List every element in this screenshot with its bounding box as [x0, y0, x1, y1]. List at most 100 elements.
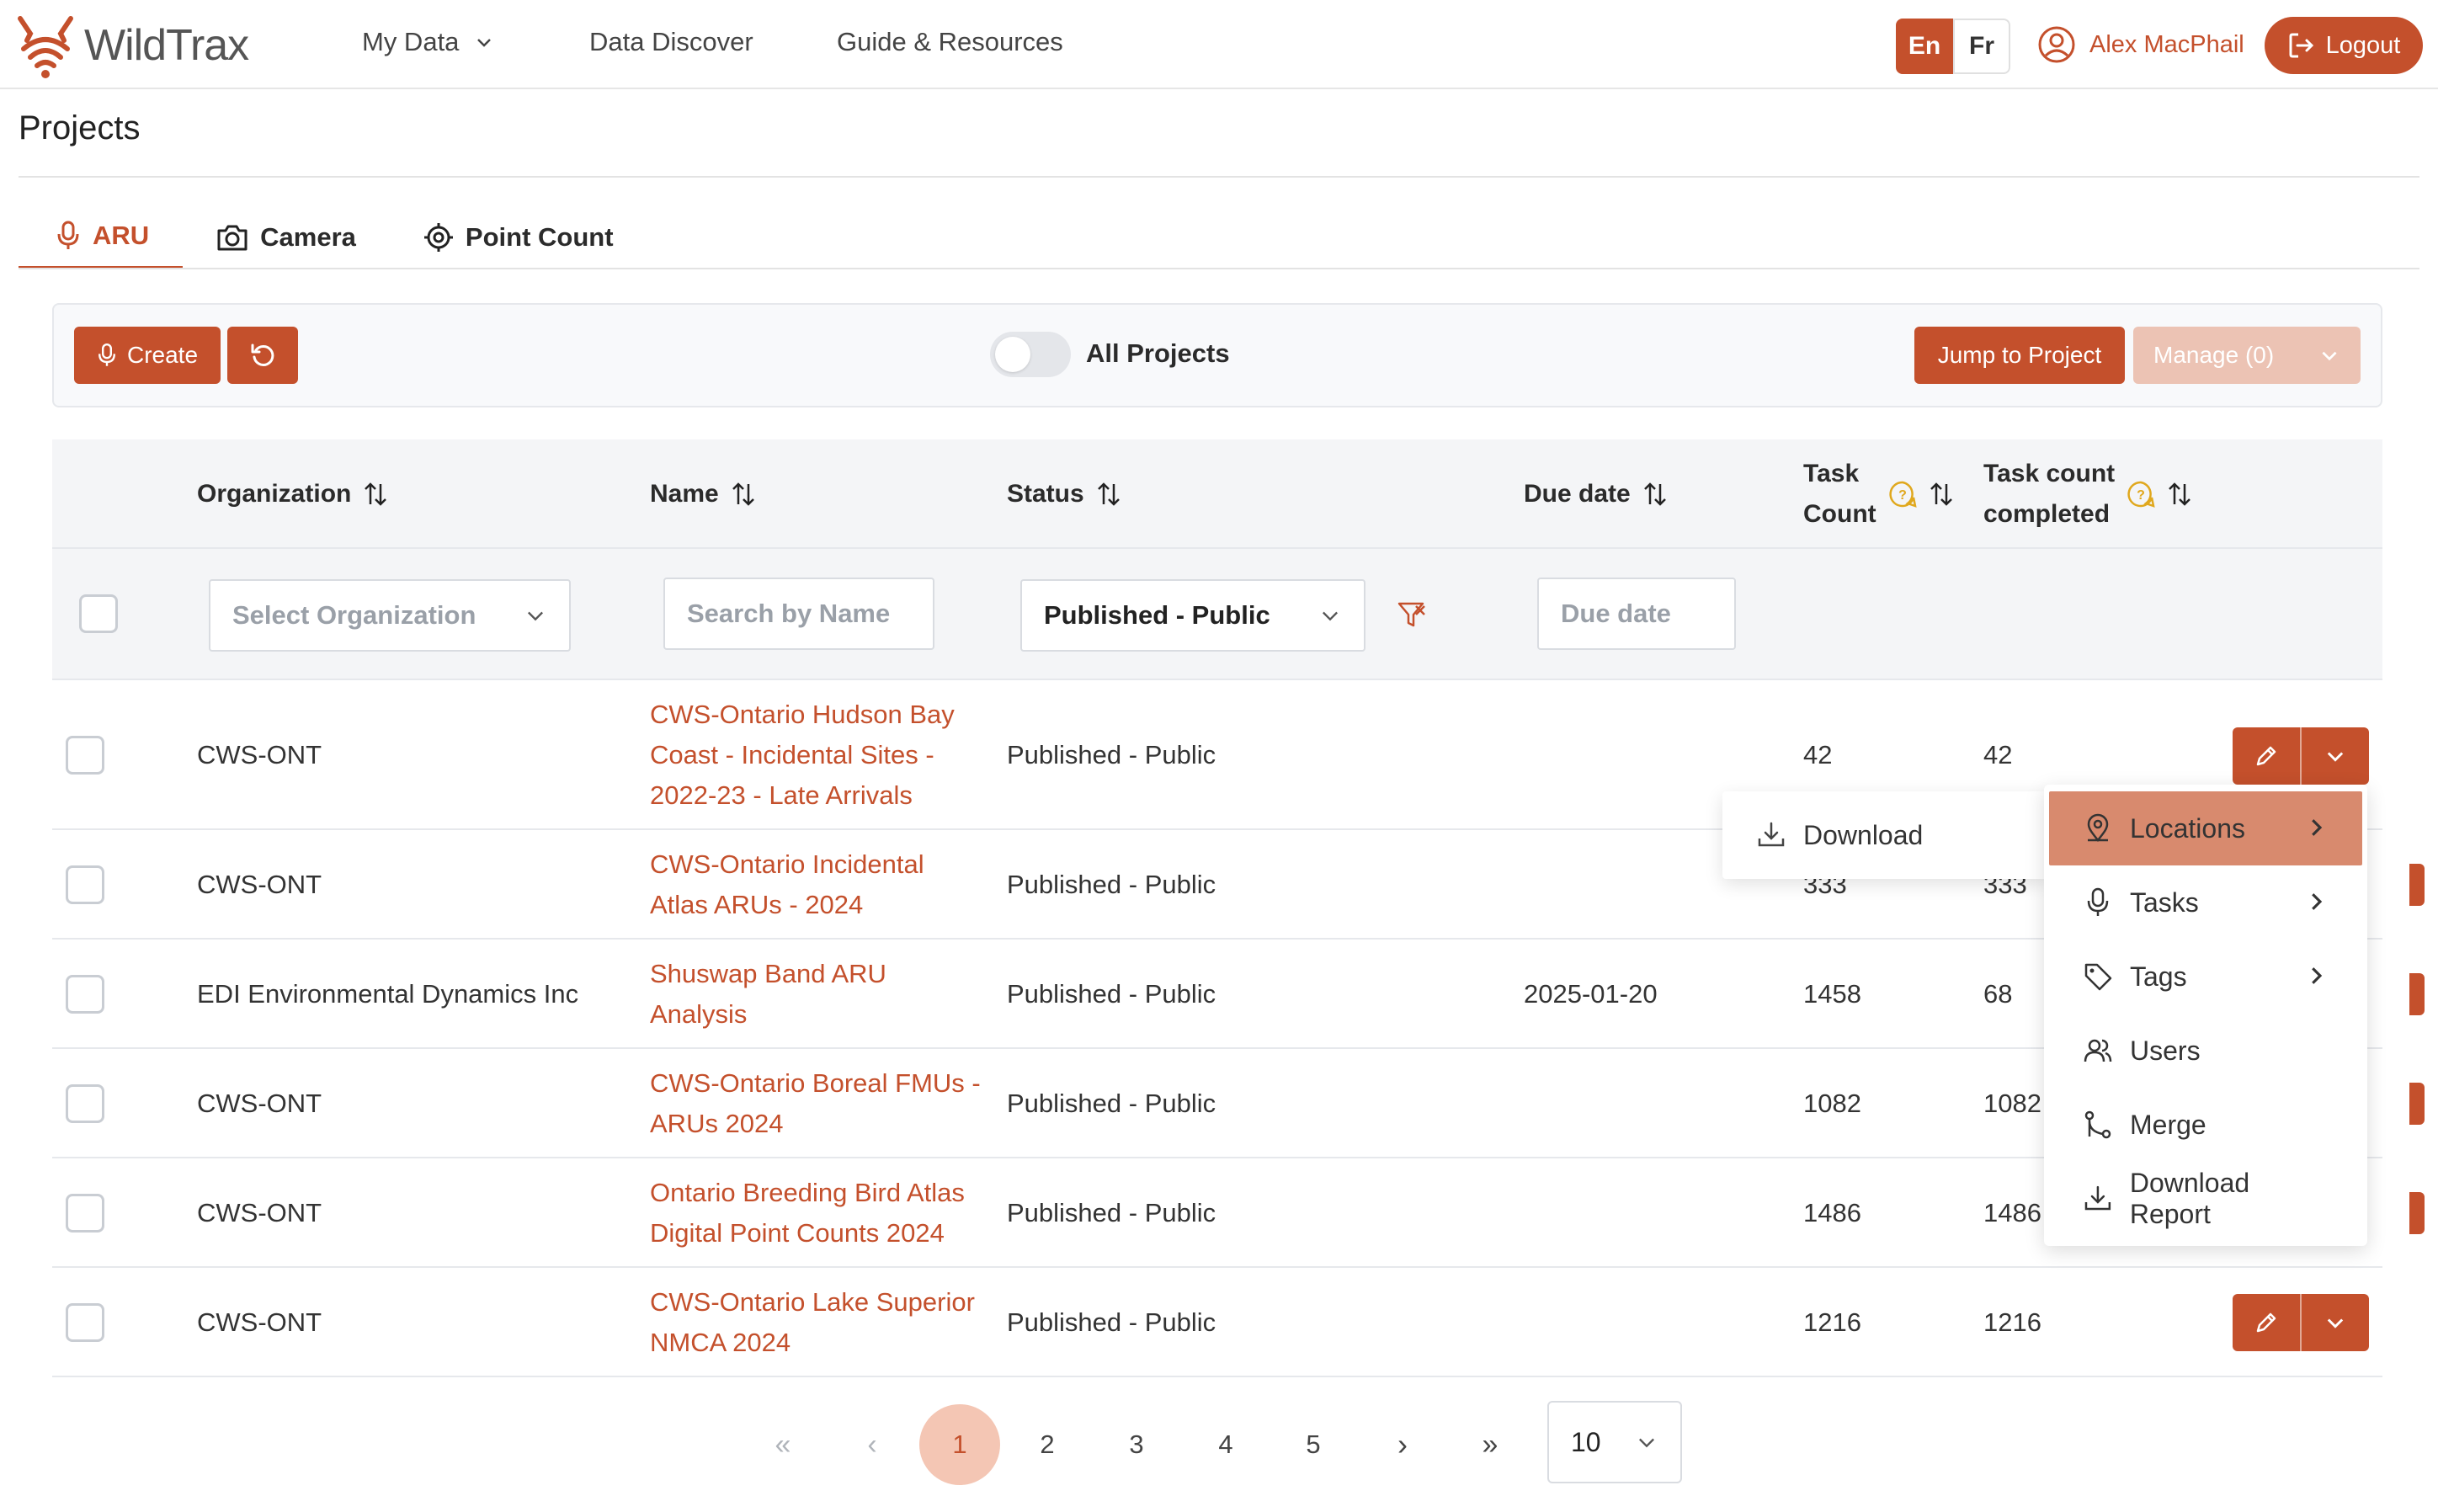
row-checkbox[interactable] — [66, 1194, 104, 1232]
row-action-group-edge[interactable] — [2409, 1192, 2425, 1234]
menu-item-label: Tags — [2130, 961, 2187, 992]
tab-aru-label: ARU — [93, 221, 150, 250]
refresh-button[interactable] — [227, 327, 298, 384]
row-checkbox[interactable] — [66, 975, 104, 1014]
jump-to-project-button[interactable]: Jump to Project — [1914, 327, 2125, 384]
menu-item-label: Locations — [2130, 812, 2245, 844]
row-project-name-link[interactable]: CWS-Ontario Boreal FMUs - ARUs 2024 — [650, 1063, 981, 1144]
organization-filter[interactable]: Select Organization — [209, 579, 571, 652]
all-projects-toggle[interactable] — [990, 332, 1071, 377]
menu-item-locations[interactable]: Locations — [2049, 791, 2362, 865]
table-row[interactable]: CWS-ONT CWS-Ontario Boreal FMUs - ARUs 2… — [52, 1049, 2425, 1158]
user-menu[interactable]: Alex MacPhail — [2037, 25, 2244, 64]
row-organization: CWS-ONT — [197, 1307, 322, 1337]
row-status: Published - Public — [1007, 979, 1216, 1009]
download-menu-item[interactable]: Download — [1722, 791, 2047, 879]
menu-item-tasks[interactable]: Tasks — [2049, 865, 2362, 940]
edit-button[interactable] — [2233, 1294, 2302, 1351]
row-actions-dropdown-button[interactable] — [2302, 1294, 2369, 1351]
last-page-button[interactable]: » — [1450, 1404, 1530, 1485]
edit-button[interactable] — [2233, 727, 2302, 785]
row-status: Published - Public — [1007, 1089, 1216, 1118]
projects-toolbar: Create All Projects Jump to Project Mana… — [52, 303, 2382, 407]
header-organization[interactable]: Organization — [197, 474, 388, 514]
first-page-button[interactable]: « — [743, 1404, 823, 1485]
row-action-group-edge[interactable] — [2409, 864, 2425, 906]
row-actions-dropdown-button[interactable] — [2302, 727, 2369, 785]
page-button[interactable]: 1 — [919, 1404, 1000, 1485]
chevron-down-icon — [1639, 1438, 1654, 1448]
tab-aru[interactable]: ARU — [19, 205, 184, 269]
nav-guide-resources[interactable]: Guide & Resources — [837, 27, 1063, 57]
project-name-line: ARUs 2024 — [650, 1109, 784, 1138]
table-header: Organization Name Status Due date Task C… — [52, 439, 2382, 549]
header-status[interactable]: Status — [1007, 474, 1121, 514]
tab-point-count[interactable]: Point Count — [390, 205, 647, 269]
header-name[interactable]: Name — [650, 474, 756, 514]
header-due-date[interactable]: Due date — [1524, 474, 1668, 514]
row-actions-menu: Locations Tasks Tags Users Merge Downloa… — [2044, 785, 2367, 1246]
menu-item-users[interactable]: Users — [2049, 1014, 2362, 1088]
row-project-name-link[interactable]: Shuswap Band ARU Analysis — [650, 954, 886, 1035]
row-checkbox[interactable] — [66, 736, 104, 775]
help-bubble-icon[interactable]: ? — [2127, 480, 2155, 508]
page-button[interactable]: 3 — [1096, 1404, 1177, 1485]
row-checkbox[interactable] — [66, 1303, 104, 1342]
help-bubble-icon[interactable]: ? — [1888, 480, 1917, 508]
sort-icon — [2169, 482, 2191, 506]
pencil-icon — [2256, 1312, 2276, 1333]
project-name-line: CWS-Ontario Boreal FMUs - — [650, 1068, 981, 1098]
menu-item-tags[interactable]: Tags — [2049, 940, 2362, 1014]
name-search-input[interactable]: Search by Name — [663, 578, 934, 650]
row-organization: EDI Environmental Dynamics Inc — [197, 979, 579, 1009]
merge-icon — [2084, 1110, 2111, 1139]
page-size-select[interactable]: 10 — [1547, 1401, 1682, 1483]
row-checkbox[interactable] — [66, 865, 104, 904]
project-name-line: 2022-23 - Late Arrivals — [650, 780, 913, 810]
page-button[interactable]: 4 — [1185, 1404, 1266, 1485]
manage-button[interactable]: Manage (0) — [2133, 327, 2361, 384]
row-action-group-edge[interactable] — [2409, 1083, 2425, 1125]
menu-item-label: Users — [2130, 1035, 2201, 1066]
header-task-completed[interactable]: Task count completed ? — [1983, 454, 2192, 535]
row-action-group-edge[interactable] — [2409, 973, 2425, 1015]
row-task-completed: 1082 — [1983, 1089, 2041, 1118]
project-name-line: Ontario Breeding Bird Atlas — [650, 1178, 965, 1207]
row-project-name-link[interactable]: CWS-Ontario Incidental Atlas ARUs - 2024 — [650, 844, 924, 925]
table-row[interactable]: CWS-ONT Ontario Breeding Bird Atlas Digi… — [52, 1158, 2425, 1268]
header-task-count[interactable]: Task Count ? — [1803, 454, 1954, 535]
row-task-completed: 1216 — [1983, 1307, 2041, 1337]
row-project-name-link[interactable]: CWS-Ontario Hudson Bay Coast - Incidenta… — [650, 695, 955, 816]
row-checkbox[interactable] — [66, 1084, 104, 1123]
tab-camera[interactable]: Camera — [183, 205, 390, 269]
menu-item-merge[interactable]: Merge — [2049, 1088, 2362, 1162]
wildtrax-logo[interactable]: WildTrax — [12, 12, 249, 79]
clear-filter-icon[interactable] — [1396, 599, 1426, 630]
chevron-down-icon — [2322, 351, 2337, 361]
row-project-name-link[interactable]: CWS-Ontario Lake Superior NMCA 2024 — [650, 1282, 975, 1363]
tabs-divider — [19, 268, 2419, 269]
page-button[interactable]: 2 — [1007, 1404, 1088, 1485]
create-project-button[interactable]: Create — [74, 327, 221, 384]
menu-item-download-report[interactable]: Download Report — [2049, 1162, 2362, 1236]
lang-fr-button[interactable]: Fr — [1953, 19, 2010, 74]
next-page-button[interactable]: › — [1362, 1404, 1443, 1485]
prev-page-button[interactable]: ‹ — [832, 1404, 913, 1485]
select-all-checkbox[interactable] — [79, 594, 118, 633]
status-filter-value: Published - Public — [1044, 600, 1270, 630]
toggle-knob — [995, 337, 1030, 372]
chevron-right-icon — [2312, 893, 2323, 910]
nav-my-data[interactable]: My Data — [362, 27, 494, 57]
nav-data-discover[interactable]: Data Discover — [589, 27, 753, 57]
row-project-name-link[interactable]: Ontario Breeding Bird Atlas Digital Poin… — [650, 1173, 965, 1254]
project-name-line: CWS-Ontario Incidental — [650, 849, 924, 879]
page-button[interactable]: 5 — [1273, 1404, 1354, 1485]
logout-button[interactable]: Logout — [2265, 17, 2423, 74]
table-row[interactable]: CWS-ONT CWS-Ontario Lake Superior NMCA 2… — [52, 1268, 2382, 1377]
status-filter[interactable]: Published - Public — [1020, 579, 1365, 652]
lang-en-button[interactable]: En — [1896, 19, 1953, 74]
table-row[interactable]: EDI Environmental Dynamics Inc Shuswap B… — [52, 940, 2425, 1049]
sort-icon — [365, 482, 387, 506]
pencil-icon — [2256, 746, 2276, 766]
due-date-input[interactable]: Due date — [1537, 578, 1736, 650]
